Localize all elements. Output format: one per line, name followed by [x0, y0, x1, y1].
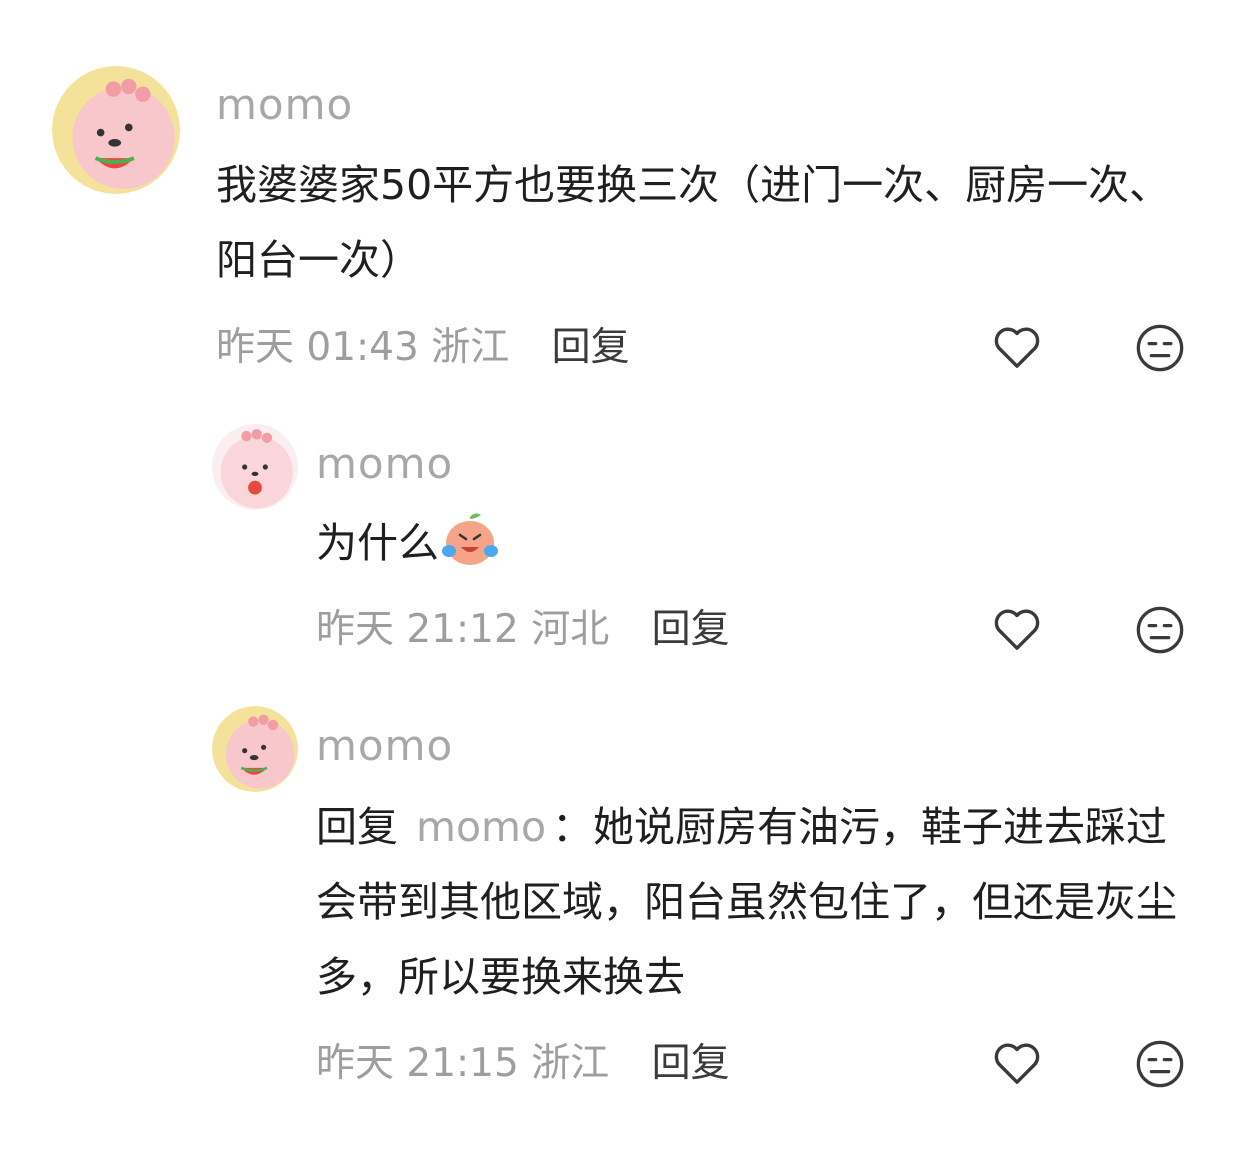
- username[interactable]: momo: [316, 725, 453, 767]
- comment-text-block: 回复 momo ：她说厨房有油污，鞋子进去踩过会带到其他区域，阳台虽然包住了，但还是…: [316, 790, 1186, 1015]
- timestamp: 昨天 21:15: [316, 1041, 519, 1086]
- avatar-image: [212, 706, 298, 792]
- comment-meta: 昨天 21:12 河北 回复: [316, 610, 730, 649]
- comment-meta: 昨天 01:43 浙江 回复: [216, 328, 630, 367]
- avatar[interactable]: [52, 66, 180, 194]
- reply-button[interactable]: 回复: [652, 607, 730, 652]
- username[interactable]: momo: [316, 443, 453, 485]
- username[interactable]: momo: [216, 84, 353, 126]
- heart-outline-icon[interactable]: [990, 320, 1044, 374]
- timestamp: 昨天 21:12: [316, 607, 519, 652]
- reply-colon: ：: [552, 803, 594, 851]
- unamused-face-icon[interactable]: [1134, 604, 1186, 656]
- avatar[interactable]: [212, 424, 298, 510]
- location: 河北: [531, 607, 610, 652]
- reply-prefix: 回复: [316, 803, 398, 851]
- comment-meta: 昨天 21:15 浙江 回复: [316, 1044, 730, 1083]
- location: 浙江: [531, 1041, 610, 1086]
- avatar-image: [212, 424, 298, 510]
- heart-outline-icon[interactable]: [990, 1036, 1044, 1090]
- avatar[interactable]: [212, 706, 298, 792]
- heart-outline-icon[interactable]: [990, 602, 1044, 656]
- timestamp: 昨天 01:43: [216, 325, 419, 370]
- comment-text: 为什么: [316, 519, 439, 567]
- location: 浙江: [431, 325, 510, 370]
- reply-button[interactable]: 回复: [552, 325, 630, 370]
- unamused-face-icon[interactable]: [1134, 1038, 1186, 1090]
- comment-text: 我婆婆家50平方也要换三次（进门一次、厨房一次、阳台一次）: [216, 161, 1171, 284]
- reply-target-username[interactable]: momo: [416, 803, 546, 851]
- comment-text-row: 为什么: [316, 506, 1196, 581]
- unamused-face-icon[interactable]: [1134, 322, 1186, 374]
- avatar-image: [52, 66, 180, 194]
- reply-button[interactable]: 回复: [652, 1041, 730, 1086]
- crying-laughing-peach-emoji: [439, 511, 501, 567]
